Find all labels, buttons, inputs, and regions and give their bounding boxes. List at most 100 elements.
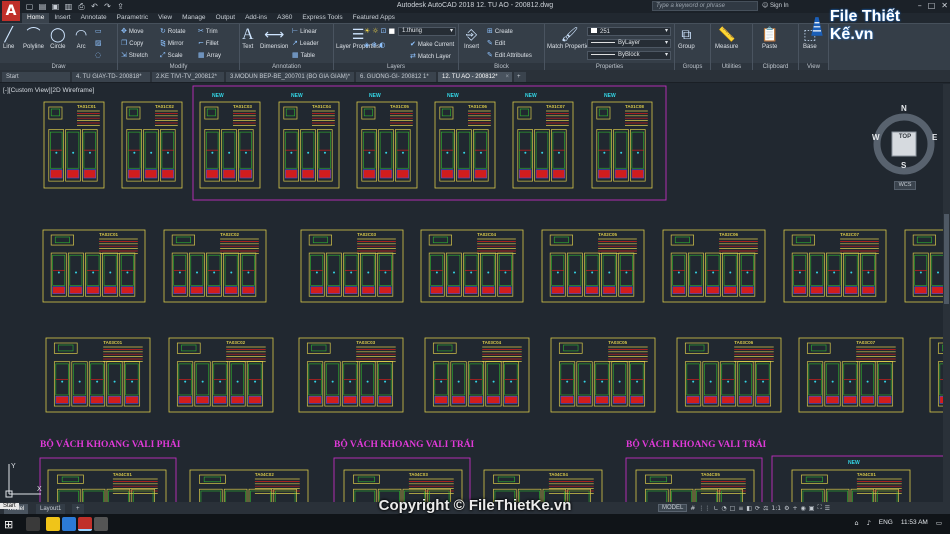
match-layer-button[interactable]: ⇄ Match Layer [410, 52, 451, 60]
sun-icon: ☼ [372, 27, 379, 35]
dimension-button[interactable]: ⟷ Dimension [260, 26, 288, 50]
stretch-icon: ⇲ [121, 51, 127, 59]
file-tab-ke-tivi[interactable]: 2.KE TIVI-TV_200812* [152, 72, 224, 82]
paste-button[interactable]: 📋 Paste [761, 26, 778, 50]
color-dropdown[interactable]: 251 ▾ [587, 27, 671, 36]
stretch-button[interactable]: ⇲ Stretch [121, 51, 148, 59]
polyline-button[interactable]: ⌒ Polyline [23, 26, 44, 50]
text-button[interactable]: A Text [242, 26, 254, 50]
window-title: Autodesk AutoCAD 2018 12. TU AO - 200812… [396, 2, 554, 9]
tab-parametric[interactable]: Parametric [112, 13, 153, 23]
compass-east[interactable]: E [932, 133, 937, 142]
tab-a360[interactable]: A360 [272, 13, 297, 23]
browser-icon[interactable] [62, 517, 76, 531]
network-icon[interactable]: ⌂ [854, 519, 858, 527]
circle-button[interactable]: ◯ Circle [50, 26, 66, 50]
stretch-label: Stretch [128, 53, 148, 59]
arc-button[interactable]: ◠ Arc [75, 26, 87, 50]
drawing-viewport[interactable]: [-][Custom View][2D Wireframe] TA01C01 TA… [0, 84, 943, 502]
edit-button[interactable]: ✎ Edit [487, 39, 505, 47]
tab-home[interactable]: Home [22, 13, 50, 23]
layer-state-icons[interactable]: ☀ ☼ ⊡ ■ [364, 27, 397, 35]
table-button[interactable]: ▦ Table [292, 51, 315, 59]
tab-addins[interactable]: Add-ins [240, 13, 272, 23]
move-button[interactable]: ✥ Move [121, 27, 144, 35]
linear-button[interactable]: ⊢ Linear [292, 27, 317, 35]
viewcube-top-label[interactable]: TOP [893, 134, 917, 140]
tab-output[interactable]: Output [211, 13, 241, 23]
windows-start-icon[interactable]: ⊞ [4, 518, 13, 531]
match-properties-button[interactable]: 🖌 Match Properties [547, 26, 592, 50]
elevation-door [457, 131, 471, 169]
copy-button[interactable]: ❐ Copy [121, 39, 143, 47]
fillet-button[interactable]: ⌐ Fillet [198, 39, 219, 47]
tab-annotate[interactable]: Annotate [76, 13, 112, 23]
draw-more-icon[interactable]: ◌ [95, 51, 103, 59]
rotate-button[interactable]: ↻ Rotate [160, 27, 186, 35]
panel-modify: ✥ Move ↻ Rotate ✂ Trim ❐ Copy ⧎ Mirror ⌐ Fille… [118, 24, 240, 71]
compass-north[interactable]: N [901, 104, 907, 113]
layer-tools-row[interactable]: ◈ ❄ ◐ [364, 41, 387, 49]
trim-button[interactable]: ✂ Trim [198, 27, 218, 35]
mirror-button[interactable]: ⧎ Mirror [160, 39, 184, 47]
line-button[interactable]: ╱ Line [3, 26, 14, 50]
edit-attributes-label: Edit Attributes [494, 53, 532, 59]
clock[interactable]: 11:53 AM [901, 519, 928, 527]
search-taskbar-icon[interactable] [26, 517, 40, 531]
tab-express-tools[interactable]: Express Tools [297, 13, 347, 23]
viewport-controls-label[interactable]: [-][Custom View][2D Wireframe] [3, 87, 94, 94]
file-tab-guong[interactable]: 6. GUONG-GI- 200812 1* [356, 72, 436, 82]
notification-icon[interactable]: ▭ [936, 519, 942, 527]
create-button[interactable]: ⊞ Create [487, 27, 513, 35]
compass-south[interactable]: S [901, 161, 906, 170]
language-indicator[interactable]: ENG [879, 519, 893, 527]
compass-west[interactable]: W [872, 133, 880, 142]
tab-insert[interactable]: Insert [49, 13, 75, 23]
insert-button[interactable]: ⎆ Insert [464, 26, 479, 50]
elevation-door [703, 363, 718, 396]
file-tab-tu-giay[interactable]: 4. TU GIAY-TD- 200818* [72, 72, 150, 82]
chevron-down-icon: ▾ [664, 40, 668, 46]
search-input[interactable]: Type a keyword or phrase [652, 1, 758, 11]
make-current-button[interactable]: ✔ Make Current [410, 40, 454, 48]
handle-dot [601, 380, 604, 383]
scrollbar-thumb[interactable] [944, 214, 949, 304]
measure-button[interactable]: 📏 Measure [715, 26, 738, 50]
close-icon[interactable]: ✕ [941, 1, 948, 10]
scale-button[interactable]: ⤢ Scale [160, 51, 183, 60]
hatch-icon[interactable]: ▨ [95, 39, 104, 47]
file-tab-tu-ao[interactable]: 12. TU AO - 200812* × [438, 72, 512, 82]
layer-dropdown[interactable]: 1.thung ▾ [398, 27, 456, 36]
plan-view [428, 234, 452, 246]
sheet-code-label: TA04C01 [113, 472, 132, 477]
autocad-logo-icon[interactable]: A [2, 1, 20, 21]
wcs-menu[interactable]: WCS [894, 181, 916, 190]
file-tab-start[interactable]: Start [2, 72, 70, 82]
tab-manage[interactable]: Manage [177, 13, 211, 23]
drawer-base [362, 169, 376, 179]
close-tab-icon[interactable]: × [505, 72, 509, 82]
new-tab-button[interactable]: + [514, 72, 526, 82]
vertical-scrollbar[interactable] [943, 84, 950, 502]
handle-dot [150, 151, 153, 154]
array-button[interactable]: ▦ Array [198, 51, 221, 59]
lineweight-dropdown[interactable]: ByBlock ▾ [587, 51, 671, 60]
plan-view-inner [441, 108, 451, 117]
drawer-base [213, 396, 227, 404]
maximize-icon[interactable]: □ [928, 1, 936, 10]
autocad-taskbar-icon[interactable] [78, 517, 92, 531]
tab-featured-apps[interactable]: Featured Apps [348, 13, 400, 23]
app-taskbar-icon[interactable] [94, 517, 108, 531]
leader-button[interactable]: ↗ Leader [292, 39, 319, 47]
sign-in-button[interactable]: ☺ Sign In [762, 2, 789, 9]
rectangle-icon[interactable]: ▭ [95, 27, 104, 35]
tab-view[interactable]: View [153, 13, 177, 23]
file-tab-modun-bep[interactable]: 3.MODUN BEP-BE_200701 (BO GIA GIAM)* [226, 72, 354, 82]
drawer-base [144, 169, 158, 179]
linetype-dropdown[interactable]: ByLayer ▾ [587, 39, 671, 48]
edit-attributes-button[interactable]: ✎ Edit Attributes [487, 51, 532, 59]
volume-icon[interactable]: ♪ [867, 519, 871, 527]
drawer-base [72, 396, 87, 404]
group-button[interactable]: ⧉ Group [678, 26, 695, 50]
file-explorer-icon[interactable] [46, 517, 60, 531]
